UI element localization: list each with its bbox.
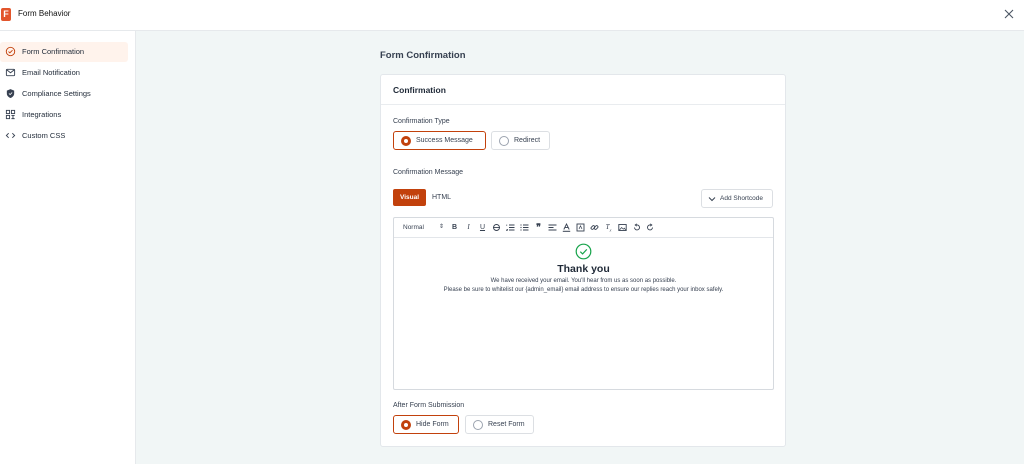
radio-unselected-icon [473,420,483,430]
image-icon[interactable] [618,223,627,232]
sidebar-item-label: Compliance Settings [22,89,91,98]
confirmation-message-label: Confirmation Message [393,169,464,176]
redo-icon[interactable] [646,223,655,232]
success-check-icon [575,243,592,260]
text-color-icon[interactable] [562,223,571,232]
sidebar-item-label: Form Confirmation [22,47,85,56]
thank-you-heading: Thank you [557,263,610,275]
chevron-down-icon [708,197,716,202]
close-icon [1004,9,1014,19]
option-label: Hide Form [416,421,449,428]
sidebar-item-compliance-settings[interactable]: Compliance Settings [0,84,128,104]
reset-form-option[interactable]: Reset Form [465,415,534,434]
underline-icon[interactable]: U [478,223,487,232]
tab-visual[interactable]: Visual [393,189,426,206]
code-icon [5,132,16,139]
after-submission-label: After Form Submission [393,402,465,409]
app-title: Form Behavior [18,9,71,18]
envelope-icon [5,68,16,77]
close-button[interactable] [1002,7,1016,21]
format-select[interactable]: Normal [403,224,424,231]
thank-you-line-2: Please be sure to whitelist our {admin_e… [443,287,724,293]
grid-icon [5,109,16,120]
clear-format-icon[interactable]: Tx [604,223,613,232]
check-circle-icon [5,46,16,57]
card-title: Confirmation [393,85,446,95]
sidebar-item-custom-css[interactable]: Custom CSS [0,126,128,146]
success-message-option[interactable]: Success Message [393,131,486,150]
page-title: Form Confirmation [380,50,466,61]
blockquote-icon[interactable]: ❞ [534,223,543,232]
app-logo: F [1,8,11,21]
select-caret-icon: ⇕ [439,224,445,230]
add-shortcode-button[interactable]: Add Shortcode [701,189,773,208]
bold-icon[interactable]: B [450,223,459,232]
sidebar-item-integrations[interactable]: Integrations [0,105,128,125]
background-color-icon[interactable] [576,223,585,232]
card-header: Confirmation [381,75,785,105]
strikethrough-icon[interactable] [492,223,501,232]
thank-you-line-1: We have received your email. You'll hear… [490,278,677,284]
bullet-list-icon[interactable] [520,223,529,232]
confirmation-type-label: Confirmation Type [393,118,450,125]
rich-text-editor: Normal ⇕ B I U ❞ Tx Thank you We have re… [393,217,774,390]
undo-icon[interactable] [632,223,641,232]
option-label: Redirect [514,137,541,144]
radio-unselected-icon [499,136,509,146]
sidebar-item-form-confirmation[interactable]: Form Confirmation [0,42,128,62]
shield-icon [6,89,15,98]
sidebar-item-label: Email Notification [22,68,80,77]
editor-content[interactable]: Thank you We have received your email. Y… [394,238,773,389]
radio-selected-icon [401,136,411,146]
radio-selected-icon [401,420,411,430]
add-shortcode-label: Add Shortcode [720,195,764,202]
sidebar-item-label: Integrations [22,110,62,119]
redirect-option[interactable]: Redirect [491,131,550,150]
italic-icon[interactable]: I [464,223,473,232]
link-icon[interactable] [590,223,599,232]
hide-form-option[interactable]: Hide Form [393,415,459,434]
ordered-list-icon[interactable] [506,223,515,232]
align-icon[interactable] [548,223,557,232]
option-label: Success Message [416,137,473,144]
sidebar: Form Confirmation Email Notification Com… [0,31,136,464]
tab-html[interactable]: HTML [432,194,451,201]
editor-toolbar: Normal ⇕ B I U ❞ Tx [394,218,773,238]
option-label: Reset Form [488,421,525,428]
confirmation-card: Confirmation Confirmation Type Success M… [380,74,786,447]
top-bar: F Form Behavior [0,0,1024,31]
sidebar-item-label: Custom CSS [22,131,66,140]
sidebar-item-email-notification[interactable]: Email Notification [0,63,128,83]
